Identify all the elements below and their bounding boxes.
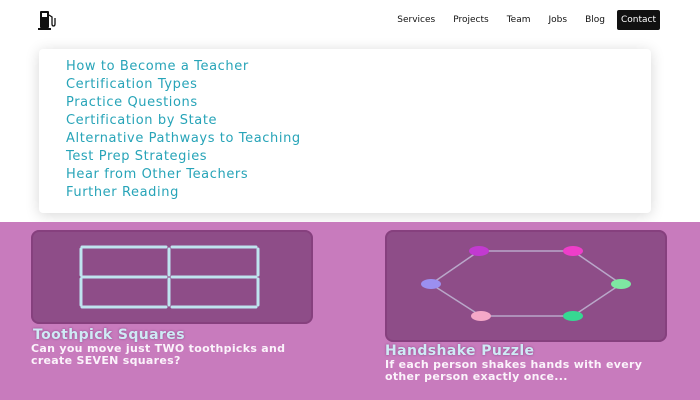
person-node [563, 246, 583, 256]
menu-item-hear-from-teachers[interactable]: Hear from Other Teachers [66, 167, 248, 182]
person-node [469, 246, 489, 256]
person-node [421, 279, 441, 289]
puzzle-description: If each person shakes hands with every o… [385, 358, 643, 383]
nav-blog[interactable]: Blog [577, 11, 613, 29]
menu-item-certification-by-state[interactable]: Certification by State [66, 113, 217, 128]
person-node [611, 279, 631, 289]
person-node [563, 311, 583, 321]
menu-item-practice-questions[interactable]: Practice Questions [66, 95, 198, 110]
person-node [471, 311, 491, 321]
handshake-card[interactable] [385, 230, 667, 342]
puzzle-description: Can you move just TWO toothpicks and cre… [31, 342, 286, 367]
handshake-illustration [421, 246, 631, 321]
menu-item-become-teacher[interactable]: How to Become a Teacher [66, 59, 249, 74]
gas-pump-icon[interactable] [38, 9, 56, 31]
toothpick-card[interactable] [31, 230, 313, 324]
menu-item-further-reading[interactable]: Further Reading [66, 185, 179, 200]
nav-services[interactable]: Services [389, 11, 443, 29]
menu-item-certification-types[interactable]: Certification Types [66, 77, 198, 92]
puzzle-title: Handshake Puzzle [385, 343, 535, 359]
puzzle-title: Toothpick Squares [33, 327, 185, 343]
nav-jobs[interactable]: Jobs [541, 11, 576, 29]
top-navbar: Services Projects Team Jobs Blog Contact [0, 0, 700, 42]
main-nav: Services Projects Team Jobs Blog Contact [387, 10, 660, 30]
contact-button[interactable]: Contact [616, 10, 660, 30]
menu-item-alternative-pathways[interactable]: Alternative Pathways to Teaching [66, 131, 301, 146]
handshake-lines [429, 250, 623, 317]
menu-item-test-prep[interactable]: Test Prep Strategies [66, 149, 207, 164]
nav-team[interactable]: Team [499, 11, 539, 29]
dropdown-menu: How to Become a Teacher Certification Ty… [39, 49, 651, 213]
toothpick-squares-illustration [79, 245, 260, 309]
nav-projects[interactable]: Projects [445, 11, 496, 29]
